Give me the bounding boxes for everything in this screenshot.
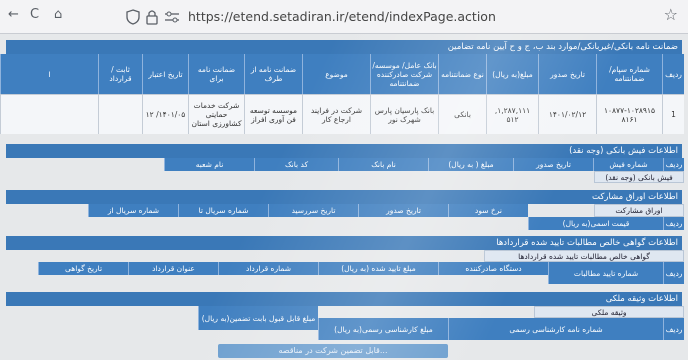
col-amount: مبلغ(به ریال) — [486, 54, 538, 94]
cell-amount: ۱,۲۸۷,۱۱۱, ۵۱۲ — [486, 94, 538, 134]
bonds-subheader: اوراق مشارکت — [594, 204, 684, 217]
cert-col-amount: مبلغ تایید شده (به ریال) — [318, 262, 438, 275]
bonds-col-face-value: قیمت اسمی(به ریال) — [528, 217, 663, 230]
permissions-icon[interactable] — [164, 10, 180, 24]
cheque-col-branch: نام شعبه — [164, 158, 254, 171]
cert-col-issuer: دستگاه صادرکننده — [438, 262, 548, 275]
col-from: ضمانت نامه از طرف — [244, 54, 302, 94]
cheque-col-number: شماره فیش — [593, 158, 663, 171]
cheque-col-bank-name: نام بانک — [338, 158, 428, 171]
cert-col-title: عنوان قرارداد — [128, 262, 218, 275]
cell-type: بانکی — [438, 94, 486, 134]
section-title-bonds: اطلاعات اوراق مشارکت — [6, 190, 682, 204]
cell-validity: ۱۴۰۱/۰۵/ ۱۲ — [142, 94, 188, 134]
browser-toolbar: ← C ⌂ https://etend.setadiran.ir/etend/i… — [0, 0, 688, 34]
cert-col-approval-no: شماره تایید مطالبات — [548, 262, 663, 284]
bonds-col-rate: نرخ سود — [448, 204, 528, 217]
cheque-subheader: فیش بانکی (وجه نقد) — [594, 171, 684, 183]
address-bar[interactable]: https://etend.setadiran.ir/etend/indexPa… — [118, 5, 638, 29]
url-text: https://etend.setadiran.ir/etend/indexPa… — [188, 9, 496, 24]
col-extra: ا — [0, 54, 98, 94]
bookmark-star-icon[interactable]: ☆ — [664, 5, 678, 24]
cell-for: شرکت خدمات حمایتی کشاورزی استان — [188, 94, 244, 134]
back-icon[interactable]: ← — [8, 7, 19, 22]
bonds-col-serial-from: شماره سریال از — [88, 204, 178, 217]
cert-col-contract-no: شماره قرارداد — [218, 262, 318, 275]
col-subject: موضوع — [302, 54, 370, 94]
bonds-col-issue: تاریخ صدور — [358, 204, 448, 217]
reload-icon[interactable]: C — [30, 7, 39, 22]
property-col-appraisal-amount: مبلغ کارشناسی رسمی(به ریال) — [318, 318, 448, 340]
bonds-col-serial-to: شماره سریال تا — [178, 204, 268, 217]
cell-serial: ۱۰۸۷۷-۱۰۲۸۹۱۵ ۸۱۶۱ — [596, 94, 662, 134]
bonds-col-maturity: تاریخ سررسید — [268, 204, 358, 217]
col-row: ردیف — [662, 54, 684, 94]
bonds-col-row: ردیف — [663, 217, 684, 230]
page-content: ضمانت نامه بانکی/غیربانکی/موارد بند ب، ج… — [0, 34, 688, 360]
lock-icon — [146, 10, 158, 25]
cell-subject: شرکت در فرایند ارجاع کار — [302, 94, 370, 134]
cell-extra — [0, 94, 98, 134]
col-issue-date: تاریخ صدور — [538, 54, 596, 94]
certificate-subheader: گواهی خالص مطالبات تایید شده قراردادها — [484, 250, 684, 262]
cell-issue-date: ۱۴۰۱/۰۲/۱۲ — [538, 94, 596, 134]
col-for: ضمانت نامه برای — [188, 54, 244, 94]
property-col-accepted-amount: مبلغ قابل قبول بابت تضمین(به ریال) — [198, 306, 318, 330]
col-serial: شماره سپام/ ضمانتنامه — [596, 54, 662, 94]
property-col-letter-no: شماره نامه کارشناسی رسمی — [448, 318, 663, 340]
col-validity: تاریخ اعتبار — [142, 54, 188, 94]
cell-from: موسسه توسعه فن آوری افراز — [244, 94, 302, 134]
property-col-row: ردیف — [663, 318, 684, 340]
cell-row: 1 — [662, 94, 684, 134]
shield-icon — [126, 9, 140, 25]
cheque-col-bank-code: کد بانک — [254, 158, 338, 171]
cert-col-date: تاریخ گواهی — [38, 262, 128, 275]
col-contract: ثابت / قرارداد — [98, 54, 142, 94]
section-title-property: اطلاعات وثیقه ملکی — [6, 292, 682, 306]
cert-col-row: ردیف — [663, 262, 684, 284]
cell-contract — [98, 94, 142, 134]
cheque-col-row: ردیف — [663, 158, 684, 171]
bottom-action-button[interactable]: ...قابل تضمین شرکت در مناقصه — [218, 344, 448, 358]
col-bank: بانک عامل/ موسسه/ شرکت صادرکننده ضمانتنا… — [370, 54, 438, 94]
section-title-certificate: اطلاعات گواهی خالص مطالبات تایید شده قرا… — [6, 236, 682, 250]
property-subheader: وثیقه ملکی — [534, 306, 684, 318]
section-title-cheque: اطلاعات فیش بانکی (وجه نقد) — [6, 144, 682, 158]
cell-bank: بانک پارسیان پارس شهرک نور — [370, 94, 438, 134]
section-title-guarantee: ضمانت نامه بانکی/غیربانکی/موارد بند ب، ج… — [6, 40, 682, 54]
cheque-col-date: تاریخ صدور — [513, 158, 593, 171]
col-type: نوع ضمانتنامه — [438, 54, 486, 94]
home-icon[interactable]: ⌂ — [54, 7, 62, 22]
cheque-col-amount: مبلغ ( به ریال) — [428, 158, 513, 171]
